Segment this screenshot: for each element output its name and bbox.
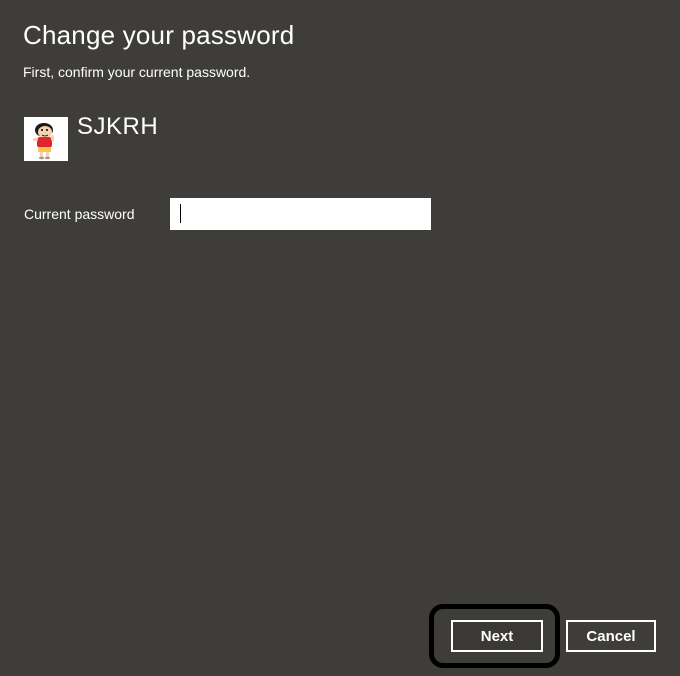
page-title: Change your password bbox=[23, 20, 295, 50]
account-username: SJKRH bbox=[77, 113, 159, 140]
change-password-dialog: Change your password First, confirm your… bbox=[0, 0, 680, 676]
current-password-field[interactable] bbox=[170, 198, 431, 230]
next-button[interactable]: Next bbox=[451, 620, 543, 652]
current-password-label: Current password bbox=[24, 206, 135, 222]
page-subtitle: First, confirm your current password. bbox=[23, 64, 251, 80]
text-cursor bbox=[180, 204, 181, 223]
avatar bbox=[24, 117, 68, 161]
cancel-button[interactable]: Cancel bbox=[566, 620, 656, 652]
cartoon-character-avatar-icon bbox=[24, 117, 68, 161]
